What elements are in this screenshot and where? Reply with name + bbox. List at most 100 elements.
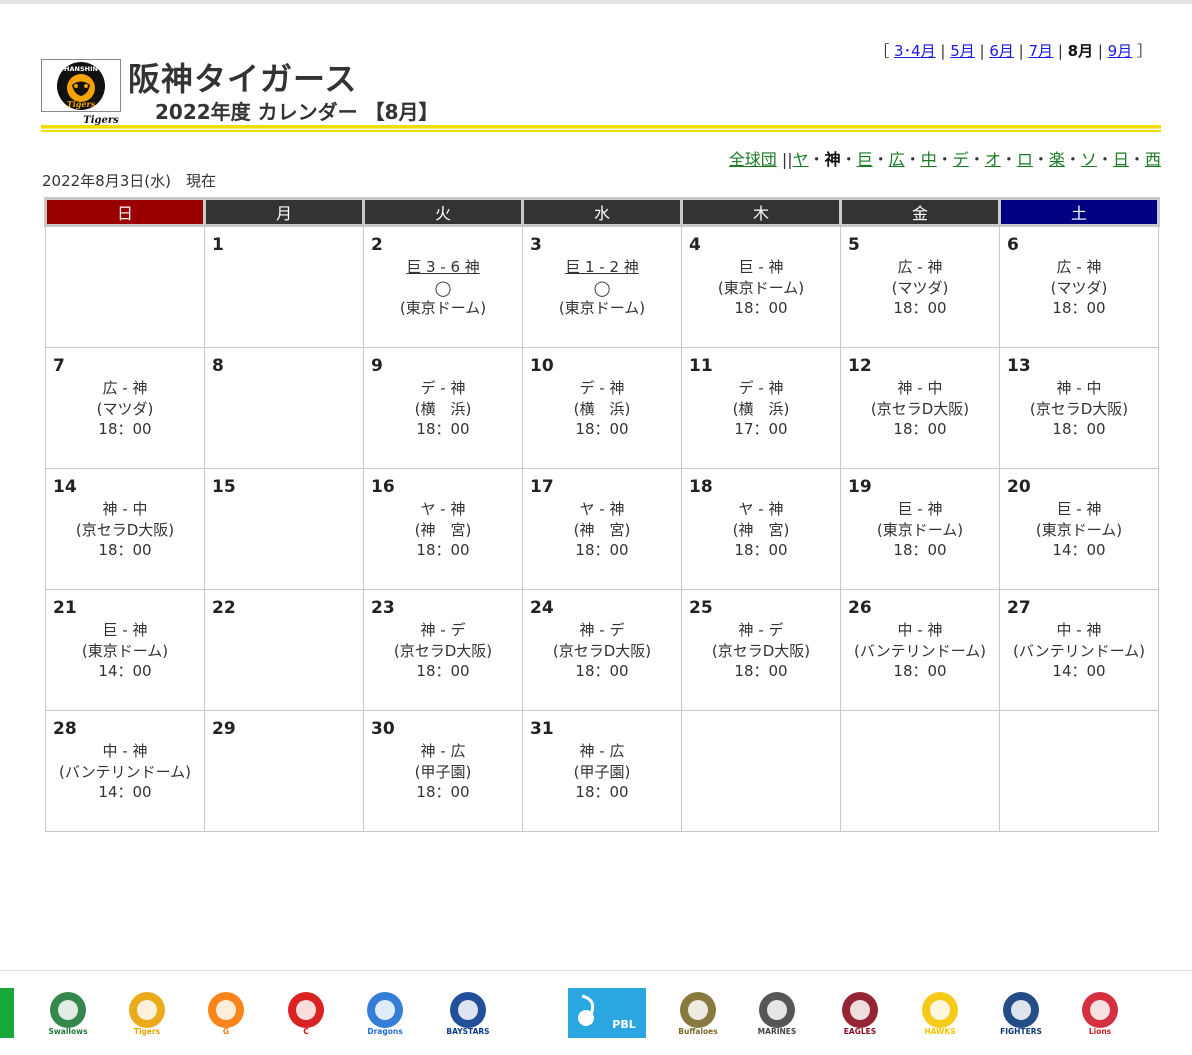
month-link-2[interactable]: 6月 [989,42,1014,60]
calendar-day-cell: 3巨 1 - 2 神 ◯ (東京ドーム) [522,225,682,348]
svg-text:EAGLES: EAGLES [844,1027,876,1036]
game-info: 巨 3 - 6 神 ◯ (東京ドーム) [364,257,522,319]
day-number: 16 [371,477,395,497]
game-matchup: 神 - デ [420,621,466,639]
all-teams-link[interactable]: 全球団 [729,150,777,169]
team-nav-separator: ・ [1064,150,1081,169]
svg-text:HANSHIN: HANSHIN [64,65,98,73]
team-link-7[interactable]: ロ [1017,150,1033,169]
game-detail: 18：00 [98,541,152,559]
game-detail: ◯ [593,278,611,297]
giants-logo-icon[interactable]: G [200,988,252,1038]
game-detail: 18：00 [416,662,470,680]
eagles-logo-icon[interactable]: EAGLES [834,988,886,1038]
game-detail: (東京ドーム) [717,278,805,297]
game-detail: (東京ドーム) [81,641,169,660]
day-number: 5 [848,235,860,255]
month-link-5[interactable]: 9月 [1108,42,1133,60]
marines-logo-icon[interactable]: MARINES [751,988,803,1038]
game-matchup: 神 - デ [738,621,784,639]
lions-logo-icon[interactable]: Lions [1074,988,1126,1038]
game-detail: 18：00 [734,541,788,559]
team-nav-separator: ・ [840,150,857,169]
team-link-6[interactable]: オ [985,150,1001,169]
day-number: 24 [530,598,554,618]
month-link-0[interactable]: 3･4月 [894,42,936,60]
buffaloes-logo-icon[interactable]: Buffaloes [672,988,724,1038]
calendar-day-cell: 7 広 - 神 (マツダ) 18：00 [45,347,205,469]
footer-divider [0,970,1192,971]
calendar-day-cell: 27 中 - 神 (バンテリンドーム) 14：00 [999,589,1159,711]
game-info: 巨 - 神 (東京ドーム) 14：00 [46,620,204,682]
calendar-day-cell: 14 神 - 中 (京セラD大阪) 18：00 [45,468,205,590]
calendar-day-cell: 17 ヤ - 神 (神 宮) 18：00 [522,468,682,590]
game-detail: 18：00 [98,420,152,438]
tigers-logo-icon[interactable]: Tigers [121,988,173,1038]
game-matchup: 神 - 中 [1056,379,1102,397]
team-link-5[interactable]: デ [953,150,969,169]
svg-text:C: C [303,1027,309,1036]
team-nav-separator: ・ [872,150,889,169]
game-matchup: ヤ - 神 [738,500,784,518]
month-nav-separator: | [1093,42,1108,60]
calendar-day-cell: 8 [204,347,364,469]
team-link-0[interactable]: ヤ [793,150,809,169]
game-detail: (東京ドーム) [1035,520,1123,539]
game-detail: (バンテリンドーム) [58,762,191,781]
game-detail: 18：00 [416,541,470,559]
day-number: 1 [212,235,224,255]
team-nav-separator: ・ [1032,150,1049,169]
baystars-logo-icon[interactable]: BAYSTARS [442,988,494,1038]
calendar-day-cell: 5 広 - 神 (マツダ) 18：00 [840,225,1000,348]
carp-logo-icon[interactable]: C [280,988,332,1038]
team-link-3[interactable]: 広 [889,150,905,169]
fighters-logo-icon[interactable]: FIGHTERS [995,988,1047,1038]
calendar-day-cell: 2巨 3 - 6 神 ◯ (東京ドーム) [363,225,523,348]
team-link-11[interactable]: 西 [1145,150,1161,169]
day-number: 17 [530,477,554,497]
game-detail: (バンテリンドーム) [853,641,986,660]
team-link-2[interactable]: 巨 [857,150,873,169]
month-nav-open-bracket: ［ [874,42,895,60]
page-subtitle: 2022年度 カレンダー 【8月】 [155,100,439,124]
calendar-day-cell: 9 デ - 神 (横 浜) 18：00 [363,347,523,469]
team-link-9[interactable]: ソ [1081,150,1097,169]
game-result-link[interactable]: 巨 3 - 6 神 [364,257,522,278]
calendar-day-cell: 29 [204,710,364,832]
calendar-week-row: 21 巨 - 神 (東京ドーム) 14：00 22 23 神 - デ (京セラD大阪) 18：0… [45,589,1159,711]
game-info: 巨 - 神 (東京ドーム) 18：00 [682,257,840,319]
pbl-logo-icon[interactable]: PBL [568,988,646,1038]
game-matchup: 広 - 神 [897,258,943,276]
game-info: 神 - 中 (京セラD大阪) 18：00 [841,378,999,440]
calendar-week-row: 28 中 - 神 (バンテリンドーム) 14：00 29 30 神 - 広 (甲子園) 18：0… [45,710,1159,832]
day-number: 4 [689,235,701,255]
game-matchup: 神 - 中 [102,500,148,518]
game-info: 神 - デ (京セラD大阪) 18：00 [682,620,840,682]
weekday-header-3: 水 [521,197,683,227]
weekday-header-row: 日月火水木金土 [44,197,1160,227]
game-detail: (京セラD大阪) [1029,399,1129,418]
game-info: 巨 - 神 (東京ドーム) 18：00 [841,499,999,561]
game-info: 中 - 神 (バンテリンドーム) 18：00 [841,620,999,682]
svg-text:Tigers: Tigers [134,1027,161,1036]
dragons-logo-icon[interactable]: Dragons [359,988,411,1038]
month-link-3[interactable]: 7月 [1029,42,1054,60]
team-link-8[interactable]: 楽 [1049,150,1065,169]
calendar-day-cell: 23 神 - デ (京セラD大阪) 18：00 [363,589,523,711]
team-link-10[interactable]: 日 [1113,150,1129,169]
game-matchup: 中 - 神 [102,742,148,760]
swallows-logo-icon[interactable]: Swallows [42,988,94,1038]
game-detail: 18：00 [734,662,788,680]
game-info: ヤ - 神 (神 宮) 18：00 [523,499,681,561]
calendar-day-cell: 6 広 - 神 (マツダ) 18：00 [999,225,1159,348]
game-matchup: 神 - 広 [420,742,466,760]
calendar-day-cell: 25 神 - デ (京セラD大阪) 18：00 [681,589,841,711]
game-matchup: デ - 神 [579,379,625,397]
team-nav-divider: || [776,150,793,169]
day-number: 14 [53,477,77,497]
hawks-logo-icon[interactable]: HAWKS [914,988,966,1038]
team-link-4[interactable]: 中 [921,150,937,169]
game-result-link[interactable]: 巨 1 - 2 神 [523,257,681,278]
game-matchup: 広 - 神 [1056,258,1102,276]
month-link-1[interactable]: 5月 [950,42,975,60]
